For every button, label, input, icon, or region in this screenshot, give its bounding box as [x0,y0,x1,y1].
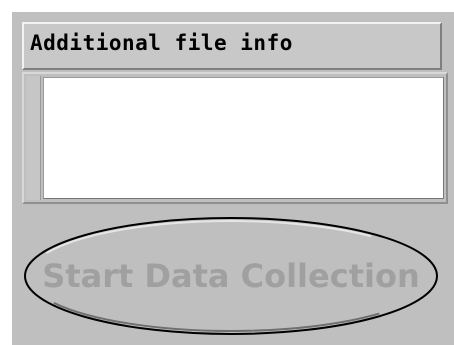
start-data-collection-button[interactable] [21,214,441,338]
file-info-panel: Additional file info Start Data Collecti… [12,12,454,345]
textbox-scroll-gutter[interactable] [26,76,41,200]
window-canvas: Additional file info Start Data Collecti… [0,0,454,345]
additional-file-info-label: Additional file info [30,31,293,55]
start-button-ellipse [24,217,438,335]
additional-file-info-header: Additional file info [22,22,442,70]
file-info-textbox-frame [22,72,448,204]
additional-file-info-field[interactable] [43,77,444,199]
